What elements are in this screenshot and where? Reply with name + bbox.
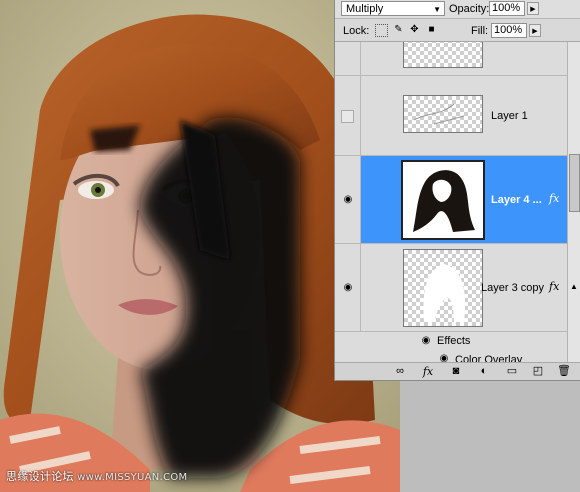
- layer-4-preview: [413, 170, 475, 232]
- dropdown-arrow-icon: ▼: [433, 5, 441, 14]
- watermark-site: www.MISSYUAN.COM: [77, 472, 188, 483]
- eye-icon[interactable]: ◉: [341, 195, 355, 205]
- eye-cell[interactable]: ◉: [335, 244, 361, 331]
- mask-icon[interactable]: ◙: [449, 365, 463, 378]
- opacity-label: Opacity:: [449, 3, 490, 15]
- fx-icon[interactable]: fx: [549, 192, 559, 205]
- layer-row[interactable]: Layer 1: [335, 76, 567, 156]
- eye-cell[interactable]: [335, 42, 361, 75]
- effects-row[interactable]: ◉ Effects: [335, 332, 567, 350]
- layers-list: Layer 1 ◉ Layer 4 ... fx ◉ Layer 3 copy …: [335, 42, 567, 362]
- eye-cell: [335, 350, 361, 362]
- layers-scrollbar[interactable]: ▼ ▲: [567, 42, 580, 362]
- link-icon[interactable]: ∞: [393, 365, 407, 378]
- layer-name: Layer 3 copy: [481, 282, 544, 294]
- visibility-toggle-empty[interactable]: [341, 110, 354, 123]
- scroll-thumb[interactable]: [569, 154, 580, 212]
- layer-1-preview: [413, 103, 465, 125]
- brush-icon[interactable]: ✎: [393, 24, 404, 35]
- layer-name: Layer 1: [491, 110, 528, 122]
- lock-icon[interactable]: ■: [426, 24, 437, 35]
- layer-row-partial[interactable]: [335, 42, 567, 76]
- opacity-stepper-icon[interactable]: ▶: [527, 2, 539, 15]
- effects-label: Effects: [437, 335, 471, 347]
- eye-icon[interactable]: ◉: [437, 354, 451, 363]
- fill-label: Fill:: [471, 25, 489, 37]
- color-overlay-row[interactable]: ◉ Color Overlay: [335, 350, 567, 363]
- blend-options-bar: Multiply ▼ Opacity: 100% ▶: [335, 0, 580, 19]
- folder-icon[interactable]: ▭: [505, 365, 519, 378]
- eye-cell: [335, 332, 361, 350]
- eye-icon[interactable]: ◉: [419, 336, 433, 346]
- lock-transparent-icon[interactable]: [375, 24, 388, 37]
- eye-icon[interactable]: ◉: [341, 283, 355, 293]
- lock-bar: Lock: ✎ ✥ ■ Fill: 100% ▶: [335, 19, 580, 42]
- layer-row[interactable]: ◉ Layer 3 copy fx: [335, 244, 567, 332]
- trash-icon[interactable]: 🗑: [557, 365, 571, 378]
- watermark-cn: 思缘设计论坛: [6, 471, 74, 483]
- layer-thumbnail: [401, 160, 485, 240]
- eye-cell[interactable]: [335, 76, 361, 155]
- blend-mode-value: Multiply: [346, 3, 384, 15]
- move-icon[interactable]: ✥: [409, 24, 420, 35]
- layer-3-copy-preview: [423, 264, 466, 322]
- layer-thumbnail: [403, 95, 483, 133]
- layers-panel: Multiply ▼ Opacity: 100% ▶ Lock: ✎ ✥ ■ F…: [334, 0, 580, 381]
- color-overlay-label: Color Overlay: [455, 354, 523, 362]
- scroll-up-arrow-icon[interactable]: ▲: [570, 282, 578, 291]
- fill-input[interactable]: 100%: [491, 23, 527, 38]
- pasteboard-area: [400, 378, 580, 492]
- blend-mode-select[interactable]: Multiply ▼: [341, 1, 445, 16]
- fx-icon[interactable]: fx: [549, 280, 559, 293]
- opacity-input[interactable]: 100%: [489, 1, 525, 16]
- adjustment-icon[interactable]: ◐: [477, 365, 491, 378]
- layer-thumbnail: [403, 249, 483, 327]
- lock-label: Lock:: [343, 25, 370, 37]
- layers-bottom-bar: ∞ fx ◙ ◐ ▭ ◰ 🗑: [335, 362, 580, 380]
- new-layer-icon[interactable]: ◰: [531, 365, 545, 378]
- layer-row-selected[interactable]: ◉ Layer 4 ... fx: [335, 156, 567, 244]
- fx-icon[interactable]: fx: [421, 365, 435, 378]
- layer-thumbnail: [403, 42, 483, 68]
- watermark: 思缘设计论坛 www.MISSYUAN.COM: [6, 468, 187, 484]
- layer-name: Layer 4 ...: [491, 194, 542, 206]
- eye-cell[interactable]: ◉: [335, 156, 361, 243]
- fill-stepper-icon[interactable]: ▶: [529, 24, 541, 37]
